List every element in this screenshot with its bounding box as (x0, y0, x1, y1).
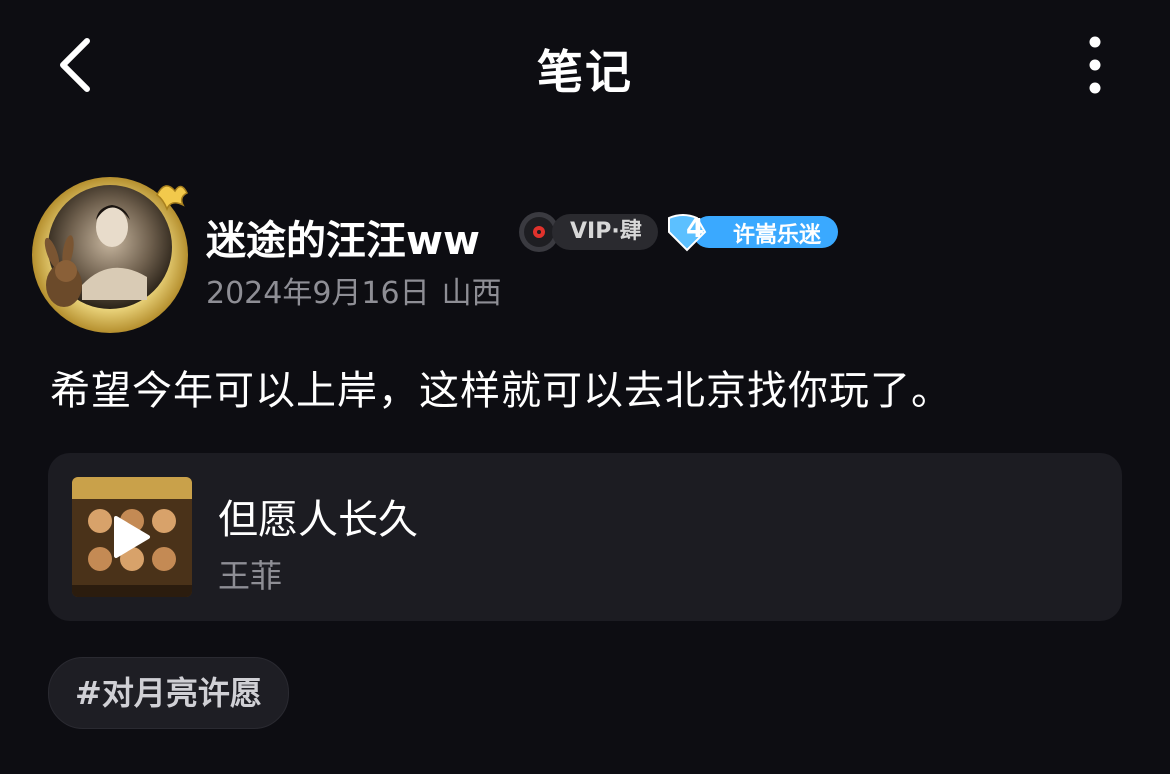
post-date: 2024年9月16日 (206, 276, 430, 311)
more-button[interactable] (1060, 30, 1130, 100)
play-button[interactable] (72, 477, 192, 597)
fan-level: 4 (686, 214, 705, 244)
avatar-image (32, 177, 189, 333)
song-title: 但愿人长久 (218, 497, 418, 543)
post-location: 山西 (441, 276, 502, 311)
top-bar: 笔记 (0, 0, 1170, 140)
post-meta: 2024年9月16日 山西 (206, 268, 502, 312)
post-text: 希望今年可以上岸，这样就可以去北京找你玩了。 (50, 368, 952, 414)
album-cover (72, 477, 192, 597)
author-name[interactable]: 迷途的汪汪ww (206, 208, 480, 266)
page-title: 笔记 (537, 45, 633, 99)
play-icon (114, 516, 150, 558)
more-vertical-icon (1089, 36, 1101, 94)
fan-badge-label: 许嵩乐迷 (733, 223, 822, 248)
vip-badge[interactable]: VIP·肆 (552, 214, 658, 250)
avatar[interactable] (22, 165, 192, 335)
song-card[interactable]: 但愿人长久 王菲 (48, 453, 1122, 621)
topic-tag[interactable]: #对月亮许愿 (48, 657, 289, 729)
song-artist: 王菲 (218, 557, 283, 595)
